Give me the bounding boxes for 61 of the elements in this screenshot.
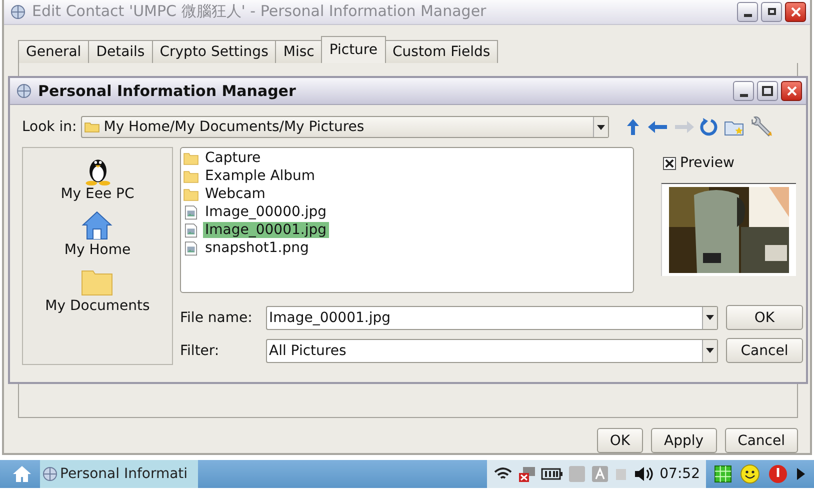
globe-icon xyxy=(42,466,58,482)
close-button[interactable] xyxy=(781,81,802,101)
place-item[interactable]: My Documents xyxy=(45,266,150,314)
image-file-icon xyxy=(183,222,199,238)
look-in-label: Look in: xyxy=(22,119,77,135)
cancel-button[interactable]: Cancel xyxy=(726,338,803,363)
file-item[interactable]: Image_00000.jpg xyxy=(203,204,328,220)
place-item[interactable]: My Eee PC xyxy=(60,154,134,202)
arrow-right-icon[interactable] xyxy=(796,467,806,481)
maximize-button[interactable] xyxy=(757,81,778,101)
close-icon xyxy=(786,86,796,96)
folder-icon xyxy=(183,150,199,166)
file-item[interactable]: snapshot1.png xyxy=(203,240,311,256)
dialog-button[interactable]: Cancel xyxy=(724,428,798,453)
file-item[interactable]: Capture xyxy=(203,150,263,166)
folder-icon xyxy=(84,121,100,133)
home-icon[interactable] xyxy=(12,465,32,483)
smiley-icon[interactable] xyxy=(740,464,760,484)
dialog-button[interactable]: OK xyxy=(596,428,644,453)
tab[interactable]: Custom Fields xyxy=(384,40,498,63)
clock: 07:52 xyxy=(660,466,700,482)
input-method-icon[interactable] xyxy=(590,465,609,483)
preview-label: Preview xyxy=(680,155,734,171)
folder-icon xyxy=(183,186,199,202)
taskbar-item-label: Personal Informati xyxy=(60,466,188,482)
preview-checkbox[interactable] xyxy=(663,156,676,170)
tab[interactable]: Crypto Settings xyxy=(152,40,276,63)
power-icon[interactable] xyxy=(768,464,788,484)
tab[interactable]: General xyxy=(18,40,90,63)
close-icon xyxy=(790,6,800,17)
file-name-label: File name: xyxy=(180,310,254,326)
globe-icon xyxy=(16,83,32,99)
image-file-icon xyxy=(183,240,199,256)
speaker-icon[interactable] xyxy=(632,466,653,482)
window-title: Edit Contact 'UMPC 微腦狂人' - Personal Information Manager xyxy=(32,2,488,22)
reload-icon[interactable] xyxy=(698,117,719,137)
folder-icon xyxy=(183,168,199,184)
wrench-icon[interactable] xyxy=(748,116,773,138)
tab[interactable]: Misc xyxy=(275,40,322,63)
file-item[interactable]: Example Album xyxy=(203,168,318,184)
globe-icon xyxy=(10,4,26,20)
image-file-icon xyxy=(183,204,199,220)
taskbar-item[interactable]: Personal Informati xyxy=(40,460,198,488)
file-item[interactable]: Image_00001.jpg xyxy=(203,222,328,238)
grid-icon[interactable] xyxy=(714,465,732,483)
battery-icon[interactable] xyxy=(540,468,563,480)
filter-label: Filter: xyxy=(180,342,220,358)
tab[interactable]: Details xyxy=(88,40,153,63)
dialog-title: Personal Information Manager xyxy=(38,82,297,100)
network-error-icon[interactable] xyxy=(518,465,536,483)
file-item[interactable]: Webcam xyxy=(203,186,268,202)
filter-combo[interactable]: All Pictures xyxy=(266,338,718,362)
file-name-field[interactable]: Image_00001.jpg xyxy=(266,306,718,330)
look-in-value: My Home/My Documents/My Pictures xyxy=(102,119,366,135)
place-item[interactable]: My Home xyxy=(64,210,131,258)
look-in-combo[interactable]: My Home/My Documents/My Pictures xyxy=(80,116,609,138)
ok-button[interactable]: OK xyxy=(726,305,803,330)
dialog-button[interactable]: Apply xyxy=(651,428,717,453)
tab[interactable]: Picture xyxy=(321,36,386,63)
house-icon xyxy=(81,210,114,242)
minimize-button[interactable] xyxy=(733,81,754,101)
